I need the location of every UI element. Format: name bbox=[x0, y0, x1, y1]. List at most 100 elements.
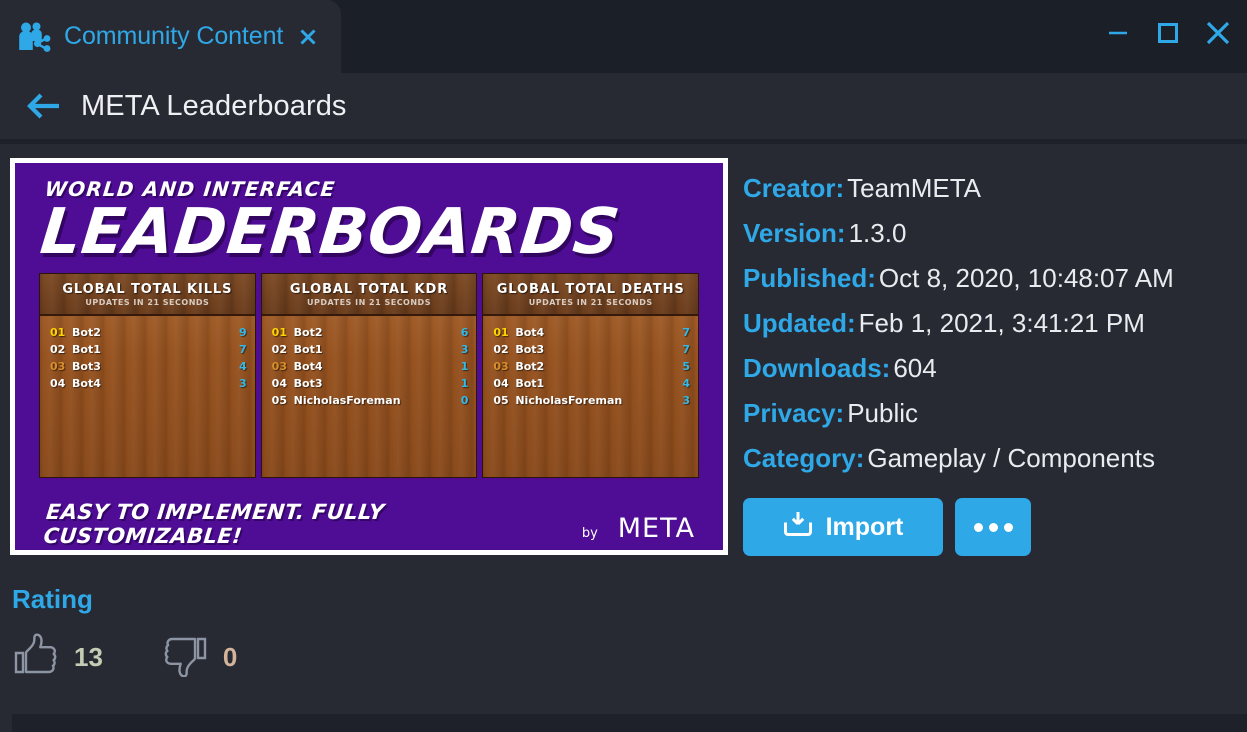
rank: 03 bbox=[271, 359, 287, 373]
thumbs-up-count: 13 bbox=[74, 642, 103, 672]
thumbnail-footer-text: EASY TO IMPLEMENT. FULLY CUSTOMIZABLE! bbox=[42, 500, 386, 548]
leaderboard-row: 02 Bot3 7 bbox=[493, 343, 690, 358]
updated-value: Feb 1, 2021, 3:41:21 PM bbox=[858, 308, 1145, 338]
player-score: 0 bbox=[460, 393, 469, 407]
player-score: 4 bbox=[239, 359, 247, 373]
rank: 03 bbox=[50, 359, 66, 373]
leaderboard-header: GLOBAL TOTAL DEATHS UPDATES IN 21 SECOND… bbox=[483, 274, 699, 317]
player-name: NicholasForeman bbox=[515, 393, 623, 407]
player-score: 3 bbox=[460, 342, 469, 356]
creator-label: Creator: bbox=[743, 173, 845, 203]
maximize-icon[interactable] bbox=[1153, 18, 1183, 48]
title-bar: Community Content bbox=[0, 0, 1247, 73]
player-score: 1 bbox=[460, 359, 469, 373]
action-buttons: Import bbox=[743, 498, 1247, 556]
category-value: Gameplay / Components bbox=[867, 443, 1155, 473]
player-name: Bot4 bbox=[293, 359, 323, 373]
tab-title: Community Content bbox=[64, 22, 284, 50]
window-close-icon[interactable] bbox=[1203, 18, 1233, 48]
player-score: 3 bbox=[239, 376, 247, 390]
leaderboard-title: GLOBAL TOTAL KILLS bbox=[62, 281, 233, 297]
version-label: Version: bbox=[743, 218, 846, 248]
application-window: Community Content META Leaderboards WORL… bbox=[0, 0, 1247, 732]
privacy-value: Public bbox=[847, 398, 919, 428]
player-score: 5 bbox=[682, 359, 691, 373]
leaderboard-row: 01 Bot2 6 bbox=[272, 326, 469, 341]
thumbs-up-button[interactable]: 13 bbox=[12, 633, 103, 682]
leaderboard-row: 04 Bot4 3 bbox=[50, 377, 247, 392]
leaderboard-subtitle: UPDATES IN 21 SECONDS bbox=[85, 297, 210, 307]
leaderboard-row: 03 Bot3 4 bbox=[50, 360, 247, 375]
player-score: 1 bbox=[460, 376, 469, 390]
rating-title: Rating bbox=[12, 584, 93, 614]
rank: 05 bbox=[271, 393, 287, 407]
ellipsis-dot bbox=[1003, 522, 1013, 532]
leaderboard-subtitle: UPDATES IN 21 SECONDS bbox=[528, 297, 653, 307]
leaderboard-row: 03 Bot2 5 bbox=[493, 360, 690, 375]
leaderboard-header: GLOBAL TOTAL KILLS UPDATES IN 21 SECONDS bbox=[40, 274, 255, 317]
player-name: Bot3 bbox=[515, 342, 545, 356]
thumbs-down-icon bbox=[161, 633, 209, 682]
player-name: Bot4 bbox=[72, 376, 101, 390]
detail-updated: Updated: Feb 1, 2021, 3:41:21 PM bbox=[743, 301, 1247, 346]
leaderboard-row: 01 Bot4 7 bbox=[493, 326, 690, 341]
asset-details: Creator: TeamMETA Version: 1.3.0 Published… bbox=[743, 158, 1247, 556]
rank: 04 bbox=[493, 376, 509, 390]
player-name: NicholasForeman bbox=[293, 393, 401, 407]
category-label: Category: bbox=[743, 443, 865, 473]
updated-label: Updated: bbox=[743, 308, 856, 338]
detail-version: Version: 1.3.0 bbox=[743, 211, 1247, 256]
rating-section: Rating 13 0 bbox=[12, 584, 1247, 682]
player-score: 4 bbox=[682, 376, 691, 390]
leaderboard-header: GLOBAL TOTAL KDR UPDATES IN 21 SECONDS bbox=[261, 274, 477, 317]
player-name: Bot4 bbox=[515, 326, 545, 340]
thumbnail-footer: EASY TO IMPLEMENT. FULLY CUSTOMIZABLE! b… bbox=[15, 498, 723, 550]
brand-by-label: by bbox=[581, 525, 598, 541]
detail-published: Published: Oct 8, 2020, 10:48:07 AM bbox=[743, 256, 1247, 301]
published-value: Oct 8, 2020, 10:48:07 AM bbox=[878, 263, 1174, 293]
rank: 03 bbox=[493, 359, 509, 373]
rating-controls: 13 0 bbox=[12, 633, 1247, 682]
player-score: 7 bbox=[239, 342, 247, 356]
leaderboard-rows: 01 Bot2 6 02 Bot1 3 03 Bot4 1 04 Bot3 1 … bbox=[262, 316, 477, 408]
import-button[interactable]: Import bbox=[743, 498, 943, 556]
leaderboard-row: 04 Bot1 4 bbox=[493, 377, 690, 392]
rank: 02 bbox=[271, 342, 287, 356]
rank: 04 bbox=[271, 376, 287, 390]
thumbs-down-button[interactable]: 0 bbox=[161, 633, 237, 682]
downloads-label: Downloads: bbox=[743, 353, 891, 383]
minimize-icon[interactable] bbox=[1103, 18, 1133, 48]
downloads-value: 604 bbox=[893, 353, 937, 383]
player-name: Bot1 bbox=[72, 342, 101, 356]
creator-value: TeamMETA bbox=[847, 173, 982, 203]
published-label: Published: bbox=[743, 263, 876, 293]
page-title: META Leaderboards bbox=[81, 89, 347, 122]
tab-close-icon[interactable] bbox=[297, 26, 319, 48]
detail-category: Category: Gameplay / Components bbox=[743, 436, 1247, 481]
thumbnail-brand: by META bbox=[582, 505, 695, 544]
leaderboard-row: 03 Bot4 1 bbox=[272, 360, 469, 375]
rank: 05 bbox=[493, 393, 509, 407]
player-score: 3 bbox=[682, 393, 691, 407]
player-score: 7 bbox=[682, 342, 691, 356]
arrow-left-icon[interactable] bbox=[24, 86, 64, 126]
brand-name: META bbox=[617, 512, 695, 544]
thumbs-down-count: 0 bbox=[222, 642, 238, 672]
import-tray-icon bbox=[783, 510, 813, 545]
leaderboard-row: 05 NicholasForeman 3 bbox=[493, 394, 690, 409]
player-name: Bot2 bbox=[72, 326, 101, 340]
more-options-button[interactable] bbox=[955, 498, 1031, 556]
tab-community-content[interactable]: Community Content bbox=[0, 0, 342, 73]
asset-thumbnail[interactable]: WORLD AND INTERFACE LEADERBOARDS GLOBAL … bbox=[10, 158, 728, 555]
leaderboard-row: 04 Bot3 1 bbox=[272, 377, 469, 392]
rank: 04 bbox=[50, 376, 66, 390]
privacy-label: Privacy: bbox=[743, 398, 845, 428]
page-header: META Leaderboards bbox=[0, 73, 1247, 139]
bottom-divider bbox=[12, 714, 1247, 732]
rank: 01 bbox=[50, 326, 66, 340]
player-name: Bot3 bbox=[293, 376, 323, 390]
version-value: 1.3.0 bbox=[848, 218, 907, 248]
player-name: Bot1 bbox=[293, 342, 323, 356]
leaderboard-panels: GLOBAL TOTAL KILLS UPDATES IN 21 SECONDS… bbox=[39, 273, 700, 479]
detail-privacy: Privacy: Public bbox=[743, 391, 1247, 436]
